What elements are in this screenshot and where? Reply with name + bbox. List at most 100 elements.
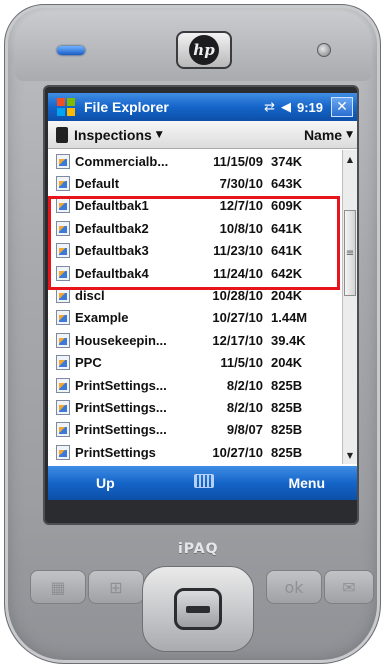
document-icon: [56, 310, 70, 326]
file-name: Defaultbak3: [75, 243, 149, 259]
file-size: 825B: [271, 377, 303, 393]
app-title: File Explorer: [84, 99, 169, 115]
list-item[interactable]: PPC 11/5/10 204K: [48, 352, 342, 374]
file-name: Default: [75, 176, 120, 192]
list-item[interactable]: Housekeepin... 12/17/10 39.4K: [48, 329, 342, 351]
file-size: 641K: [271, 243, 303, 259]
document-icon: [56, 198, 70, 214]
file-name: PrintSettings...: [75, 377, 167, 393]
up-softkey[interactable]: Up: [96, 475, 115, 491]
file-date: 10/27/10: [212, 444, 263, 460]
document-icon: [56, 355, 70, 371]
list-item[interactable]: Commercialb... 11/15/09 374K: [48, 150, 342, 172]
close-button[interactable]: ✕: [331, 97, 353, 117]
file-date: 12/7/10: [219, 198, 263, 214]
list-item[interactable]: discl 10/28/10 204K: [48, 284, 342, 306]
chevron-down-icon[interactable]: ▼: [156, 130, 163, 140]
start-hardware-button[interactable]: ⊞: [88, 570, 144, 604]
file-name: Defaultbak1: [75, 198, 149, 214]
list-item[interactable]: PrintSettings... 8/2/10 825B: [48, 396, 342, 418]
document-icon: [56, 243, 70, 259]
document-icon: [56, 153, 70, 169]
calendar-hardware-button[interactable]: ▦: [30, 570, 86, 604]
list-item[interactable]: PrintSettings 10/27/10 825B: [48, 441, 342, 463]
list-item[interactable]: Defaultbak2 10/8/10 641K: [48, 217, 342, 239]
file-date: 11/5/10: [220, 355, 263, 371]
file-date: 12/17/10: [212, 332, 263, 348]
file-name: PrintSettings...: [75, 399, 167, 415]
list-item[interactable]: Example 10/27/10 1.44M: [48, 307, 342, 329]
file-date: 11/24/10: [213, 265, 263, 281]
menu-softkey[interactable]: Menu: [288, 475, 325, 491]
file-name: Commercialb...: [75, 153, 169, 169]
vertical-scrollbar[interactable]: ▲ ≡ ▼: [342, 150, 357, 464]
title-bar: File Explorer ⇄ ◀︎ 9:19 ✕: [48, 93, 357, 121]
document-icon: [56, 332, 70, 348]
scroll-up-arrow-icon[interactable]: ▲: [343, 152, 357, 166]
file-size: 204K: [271, 288, 303, 304]
mail-hardware-button[interactable]: ✉: [324, 570, 374, 604]
file-size: 642K: [271, 265, 303, 281]
folder-dropdown[interactable]: Inspections: [74, 127, 152, 143]
file-size: 641K: [271, 220, 303, 236]
file-date: 11/23/10: [213, 243, 263, 259]
folder-header: Inspections ▼ Name ▼: [48, 121, 357, 149]
softkey-bar: Up Menu: [48, 466, 357, 500]
file-date: 10/27/10: [212, 310, 263, 326]
file-date: 10/28/10: [212, 288, 263, 304]
clock[interactable]: 9:19: [297, 100, 323, 115]
file-name: discl: [75, 288, 105, 304]
file-name: PPC: [75, 355, 102, 371]
document-icon: [56, 288, 70, 304]
file-size: 825B: [271, 399, 303, 415]
file-size: 204K: [271, 355, 303, 371]
file-date: 9/8/07: [226, 422, 263, 438]
storage-card-icon: [56, 126, 68, 143]
document-icon: [56, 399, 70, 415]
list-item[interactable]: Default 7/30/10 643K: [48, 172, 342, 194]
hp-logo-mark: hp: [189, 35, 219, 65]
file-date: 7/30/10: [219, 176, 263, 192]
file-list: Commercialb... 11/15/09 374K Default 7/30/1…: [48, 150, 342, 464]
file-size: 643K: [271, 176, 303, 192]
scroll-down-arrow-icon[interactable]: ▼: [343, 448, 357, 462]
file-name: Example: [75, 310, 129, 326]
file-size: 374K: [271, 153, 303, 169]
sort-chevron-down-icon[interactable]: ▼: [346, 130, 353, 140]
dpad-center-button[interactable]: [174, 588, 222, 630]
list-item[interactable]: Defaultbak3 11/23/10 641K: [48, 240, 342, 262]
file-size: 825B: [271, 422, 303, 438]
hp-logo: hp: [176, 31, 232, 69]
file-name: PrintSettings...: [75, 422, 167, 438]
document-icon: [56, 220, 70, 236]
file-size: 825B: [271, 444, 303, 460]
status-led: [57, 46, 85, 55]
list-item[interactable]: PrintSettings... 8/2/10 825B: [48, 374, 342, 396]
hardware-buttons: ▦ ⊞ ok ✉: [4, 566, 381, 664]
camera-icon: [317, 43, 331, 57]
file-date: 8/2/10: [226, 377, 263, 393]
sync-arrows-icon[interactable]: ⇄: [264, 100, 275, 115]
file-size: 609K: [271, 198, 303, 214]
file-date: 10/8/10: [219, 220, 263, 236]
list-item[interactable]: PrintSettings... 9/8/07 825B: [48, 419, 342, 441]
windows-start-icon[interactable]: [56, 97, 76, 117]
file-name: Housekeepin...: [75, 332, 167, 348]
scroll-thumb[interactable]: ≡: [344, 210, 356, 296]
file-date: 8/2/10: [226, 399, 263, 415]
document-icon: [56, 377, 70, 393]
file-size: 1.44M: [271, 310, 308, 326]
file-date: 11/15/09: [213, 153, 263, 169]
file-size: 39.4K: [271, 332, 306, 348]
document-icon: [56, 265, 70, 281]
list-item[interactable]: Defaultbak1 12/7/10 609K: [48, 195, 342, 217]
keyboard-icon[interactable]: [194, 474, 214, 488]
sort-dropdown[interactable]: Name: [304, 127, 342, 143]
document-icon: [56, 422, 70, 438]
list-item[interactable]: Defaultbak4 11/24/10 642K: [48, 262, 342, 284]
file-name: PrintSettings: [75, 444, 156, 460]
model-label: iPAQ: [178, 541, 219, 557]
ok-hardware-button[interactable]: ok: [266, 570, 322, 604]
document-icon: [56, 444, 70, 460]
speaker-icon[interactable]: ◀︎: [281, 100, 291, 115]
